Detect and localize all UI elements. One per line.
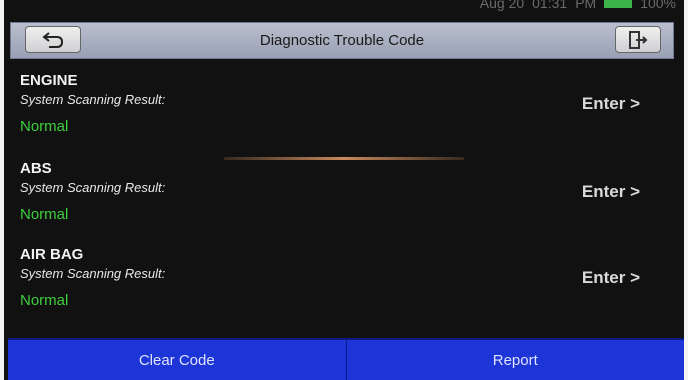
screen-glare [224, 157, 464, 160]
clear-code-button[interactable]: Clear Code [8, 338, 347, 380]
footer-bar: Clear Code Report [8, 338, 684, 380]
enter-button-abs[interactable]: Enter > [582, 182, 640, 202]
battery-icon [604, 0, 633, 8]
enter-button-air-bag[interactable]: Enter > [582, 268, 640, 288]
system-row-air-bag: AIR BAG System Scanning Result: Normal E… [4, 246, 684, 330]
exit-door-icon [629, 30, 648, 49]
enter-button-engine[interactable]: Enter > [582, 94, 640, 114]
system-name: ENGINE [20, 72, 78, 89]
system-subtitle: System Scanning Result: [20, 92, 166, 107]
system-subtitle: System Scanning Result: [20, 266, 166, 281]
system-row-engine: ENGINE System Scanning Result: Normal En… [4, 72, 684, 156]
system-name: AIR BAG [20, 246, 84, 263]
screen: Aug 20 01:31 PM 100% Diagnostic Trouble … [4, 0, 684, 380]
system-name: ABS [20, 160, 52, 177]
system-status: Normal [20, 118, 69, 135]
header-bar: Diagnostic Trouble Code [10, 22, 674, 59]
system-status: Normal [20, 206, 69, 223]
status-date: Aug 20 [479, 0, 525, 11]
status-meridiem: PM [575, 0, 597, 11]
system-row-abs: ABS System Scanning Result: Normal Enter… [4, 160, 684, 244]
exit-button[interactable] [615, 26, 661, 53]
system-subtitle: System Scanning Result: [20, 180, 166, 195]
status-time: 01:31 [532, 0, 568, 11]
battery-level: 100% [640, 0, 676, 11]
page-title: Diagnostic Trouble Code [259, 32, 425, 49]
status-bar: Aug 20 01:31 PM 100% [480, 0, 684, 10]
system-status: Normal [20, 292, 69, 309]
report-button[interactable]: Report [346, 338, 684, 380]
